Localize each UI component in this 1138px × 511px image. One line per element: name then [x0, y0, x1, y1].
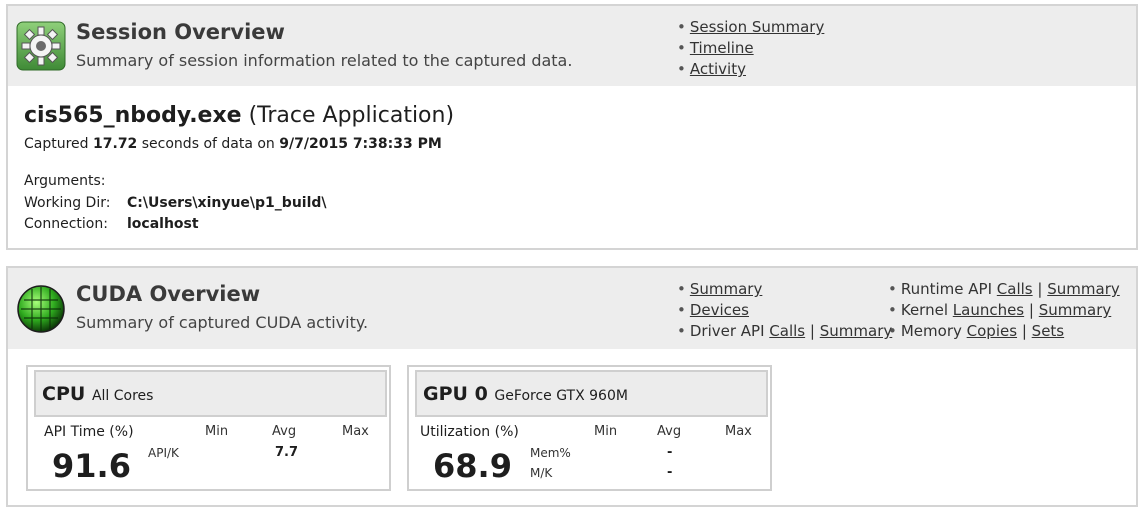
gpu-col-min: Min: [594, 424, 618, 439]
cuda-links-col1: • Summary • Devices • Driver API Calls | Su…: [677, 280, 893, 340]
separator: |: [1021, 322, 1027, 340]
gpu-metric-name: Utilization (%): [420, 424, 519, 440]
separator: |: [1037, 280, 1043, 298]
cuda-overview-header: CUDA Overview Summary of captured CUDA a…: [8, 268, 1136, 349]
application-title: cis565_nbody.exe (Trace Application): [24, 103, 454, 128]
captured-mid: seconds of data on: [141, 136, 275, 152]
gpu-col-max: Max: [725, 424, 752, 439]
cuda-overview-panel: CUDA Overview Summary of captured CUDA a…: [6, 266, 1138, 507]
application-name: cis565_nbody.exe: [24, 103, 242, 128]
connection-label: Connection:: [24, 216, 108, 232]
cuda-overview-title: CUDA Overview: [76, 282, 261, 306]
connection-row: Connection: localhost: [24, 216, 199, 232]
gpu-card-header: GPU 0 GeForce GTX 960M: [415, 370, 768, 417]
gpu-row1-avg: -: [667, 445, 673, 460]
gpu-title: GPU 0: [423, 383, 488, 405]
session-summary-link[interactable]: Session Summary: [690, 18, 825, 36]
separator: |: [809, 322, 815, 340]
cpu-col-max: Max: [342, 424, 369, 439]
session-overview-panel: Session Overview Summary of session info…: [6, 4, 1138, 250]
cuda-links-col2: • Runtime API Calls | Summary • Kernel Lau…: [888, 280, 1120, 340]
cuda-overview-subtitle: Summary of captured CUDA activity.: [76, 313, 369, 332]
captured-prefix: Captured: [24, 136, 89, 152]
session-overview-title: Session Overview: [76, 20, 285, 44]
devices-link[interactable]: Devices: [690, 301, 749, 319]
memory-copies-link[interactable]: Copies: [967, 322, 1017, 340]
gpu-card-title: GPU 0 GeForce GTX 960M: [423, 383, 628, 405]
cpu-row-avg: 7.7: [275, 445, 299, 460]
kernel-label: Kernel: [900, 301, 948, 319]
cpu-card: CPU All Cores API Time (%) Min Avg Max 9…: [26, 365, 391, 491]
cpu-row-label: API/K: [148, 446, 179, 460]
gpu-row1-label: Mem%: [530, 446, 571, 460]
cpu-metric-name: API Time (%): [44, 424, 134, 440]
gpu-utilization-value: 68.9: [433, 447, 512, 485]
driver-api-label: Driver API: [689, 322, 765, 340]
driver-api-calls-link[interactable]: Calls: [769, 322, 805, 340]
separator: |: [1028, 301, 1034, 319]
cpu-card-header: CPU All Cores: [34, 370, 387, 417]
session-overview-header: Session Overview Summary of session info…: [8, 6, 1136, 86]
session-overview-subtitle: Summary of session information related t…: [76, 51, 573, 70]
captured-info: Captured 17.72 seconds of data on 9/7/20…: [24, 136, 442, 152]
gpu-card: GPU 0 GeForce GTX 960M Utilization (%) M…: [407, 365, 772, 491]
working-dir-label: Working Dir:: [24, 195, 111, 211]
working-dir-row: Working Dir: C:\Users\xinyue\p1_build\: [24, 195, 327, 211]
runtime-api-calls-link[interactable]: Calls: [997, 280, 1033, 298]
cpu-title: CPU: [42, 383, 86, 405]
kernel-launches-link[interactable]: Launches: [953, 301, 1024, 319]
gpu-subtitle: GeForce GTX 960M: [494, 388, 628, 404]
session-links: • Session Summary • Timeline • Activity: [677, 18, 825, 78]
captured-seconds: 17.72: [93, 136, 138, 152]
captured-datetime: 9/7/2015 7:38:33 PM: [279, 136, 442, 152]
working-dir-value: C:\Users\xinyue\p1_build\: [127, 195, 327, 211]
arguments-label: Arguments:: [24, 173, 106, 189]
cuda-logo-icon: [17, 285, 65, 333]
gpu-col-avg: Avg: [657, 424, 682, 439]
connection-value: localhost: [127, 216, 199, 232]
timeline-link[interactable]: Timeline: [690, 39, 754, 57]
cpu-subtitle: All Cores: [91, 388, 154, 404]
cpu-col-min: Min: [205, 424, 229, 439]
cpu-col-avg: Avg: [272, 424, 297, 439]
gear-icon: [16, 21, 66, 71]
driver-api-summary-link[interactable]: Summary: [820, 322, 893, 340]
gpu-row2-avg: -: [667, 465, 673, 480]
cpu-card-title: CPU All Cores: [42, 383, 153, 405]
kernel-summary-link[interactable]: Summary: [1039, 301, 1112, 319]
arguments-row: Arguments:: [24, 173, 127, 189]
memory-label: Memory: [900, 322, 962, 340]
memory-sets-link[interactable]: Sets: [1032, 322, 1064, 340]
runtime-api-summary-link[interactable]: Summary: [1047, 280, 1120, 298]
application-type: (Trace Application): [248, 103, 455, 128]
cpu-api-time-value: 91.6: [52, 447, 131, 485]
gpu-row2-label: M/K: [530, 466, 553, 480]
runtime-api-label: Runtime API: [900, 280, 993, 298]
cuda-summary-link[interactable]: Summary: [690, 280, 763, 298]
activity-link[interactable]: Activity: [690, 60, 746, 78]
